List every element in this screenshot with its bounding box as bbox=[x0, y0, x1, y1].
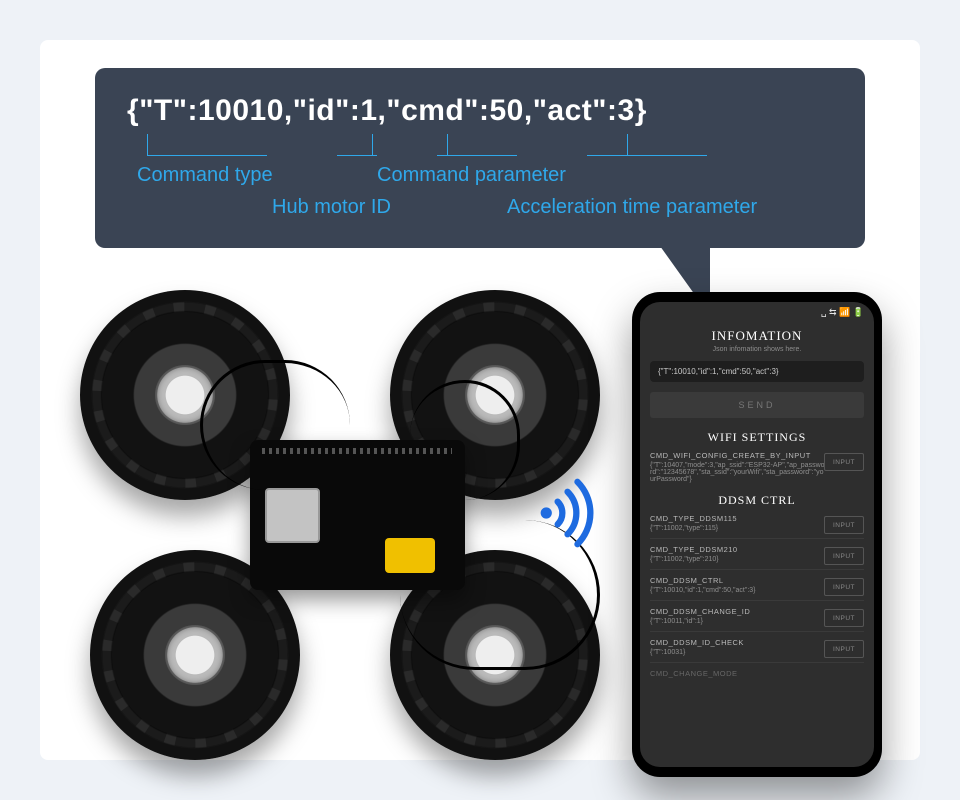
wifi-config-input-button[interactable]: INPUT bbox=[824, 453, 864, 471]
info-title: INFOMATION bbox=[640, 328, 874, 344]
ddsm-block-1: CMD_TYPE_DDSM210 {"T":11002,"type":210} … bbox=[650, 545, 864, 563]
ddsm-input-button[interactable]: INPUT bbox=[824, 640, 864, 658]
esp32-chip bbox=[265, 488, 320, 543]
ddsm-block-4: CMD_DDSM_ID_CHECK {"T":10031} INPUT bbox=[650, 638, 864, 656]
ddsm-input-button[interactable]: INPUT bbox=[824, 578, 864, 596]
label-command-type: Command type bbox=[137, 164, 273, 187]
robot-car-illustration bbox=[80, 290, 600, 760]
ddsm-json: {"T":11002,"type":210} bbox=[650, 556, 825, 563]
ddsm-json: {"T":10031} bbox=[650, 649, 825, 656]
cable bbox=[410, 380, 520, 500]
label-row-1: Command type Command parameter bbox=[127, 164, 833, 192]
label-accel-time: Acceleration time parameter bbox=[507, 196, 757, 219]
phone-statusbar: ␣ ⇆ 📶 🔋 bbox=[640, 302, 874, 322]
ddsm-block-5: CMD_CHANGE_MODE bbox=[650, 669, 864, 678]
ddsm-block-3: CMD_DDSM_CHANGE_ID {"T":10011,"id":1} IN… bbox=[650, 607, 864, 625]
ddsm-block-2: CMD_DDSM_CTRL {"T":10010,"id":1,"cmd":50… bbox=[650, 576, 864, 594]
statusbar-icons: ␣ ⇆ 📶 🔋 bbox=[821, 307, 864, 318]
ddsm-block-0: CMD_TYPE_DDSM115 {"T":11002,"type":115} … bbox=[650, 514, 864, 532]
wifi-config-json: {"T":10407,"mode":3,"ap_ssid":"ESP32-AP"… bbox=[650, 462, 825, 483]
json-input-value: {"T":10010,"id":1,"cmd":50,"act":3} bbox=[658, 367, 779, 376]
command-explainer-bubble: {"T":10010,"id":1,"cmd":50,"act":3} Comm… bbox=[95, 68, 865, 248]
send-button[interactable]: SEND bbox=[650, 392, 864, 418]
phone-frame: ␣ ⇆ 📶 🔋 INFOMATION Json infomation shows… bbox=[632, 292, 882, 777]
label-row-2: Hub motor ID Acceleration time parameter bbox=[127, 196, 833, 224]
label-command-parameter: Command parameter bbox=[377, 164, 566, 187]
ddsm-input-button[interactable]: INPUT bbox=[824, 547, 864, 565]
ddsm-json: {"T":10010,"id":1,"cmd":50,"act":3} bbox=[650, 587, 825, 594]
phone-screen: ␣ ⇆ 📶 🔋 INFOMATION Json infomation shows… bbox=[640, 302, 874, 767]
ddsm-name: CMD_CHANGE_MODE bbox=[650, 669, 864, 678]
cable bbox=[200, 360, 350, 490]
ddsm-input-button[interactable]: INPUT bbox=[824, 516, 864, 534]
wifi-settings-title: WIFI SETTINGS bbox=[640, 430, 874, 445]
guide-lines bbox=[127, 134, 833, 156]
info-subtitle: Json infomation shows here. bbox=[640, 346, 874, 353]
wifi-config-block: CMD_WIFI_CONFIG_CREATE_BY_INPUT {"T":104… bbox=[650, 451, 864, 483]
json-input[interactable]: {"T":10010,"id":1,"cmd":50,"act":3} bbox=[650, 361, 864, 382]
ddsm-json: {"T":11002,"type":115} bbox=[650, 525, 825, 532]
ddsm-input-button[interactable]: INPUT bbox=[824, 609, 864, 627]
send-button-label: SEND bbox=[738, 400, 775, 410]
wifi-icon bbox=[536, 478, 606, 548]
ddsm-json: {"T":10011,"id":1} bbox=[650, 618, 825, 625]
command-string: {"T":10010,"id":1,"cmd":50,"act":3} bbox=[127, 94, 833, 128]
label-hub-motor-id: Hub motor ID bbox=[272, 196, 391, 219]
ddsm-title: DDSM CTRL bbox=[640, 493, 874, 508]
